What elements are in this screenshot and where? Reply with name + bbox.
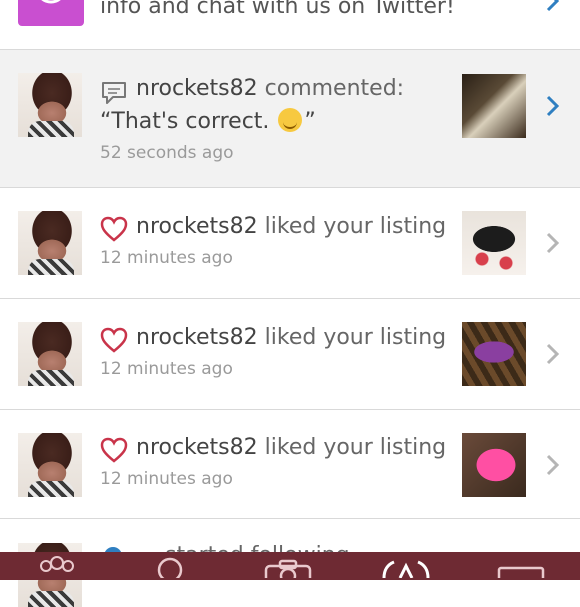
heart-icon: [100, 216, 128, 242]
listing-thumbnail[interactable]: [462, 74, 526, 138]
notification-title: nrockets82 liked your listing: [136, 325, 446, 350]
listing-thumbnail[interactable]: [462, 322, 526, 386]
username[interactable]: nrockets82: [136, 325, 258, 350]
heart-icon: [100, 327, 128, 353]
notification-title: nrockets82 liked your listing: [136, 435, 446, 460]
camera-icon[interactable]: [262, 556, 314, 578]
avatar[interactable]: [18, 211, 82, 275]
tab-bar: [0, 552, 580, 580]
shop-icon[interactable]: [496, 556, 546, 578]
timestamp: 12 minutes ago: [100, 359, 233, 379]
notification-row-like[interactable]: nrockets82 liked your listing 12 minutes…: [0, 410, 580, 519]
action-text: liked your listing: [264, 214, 447, 239]
avatar[interactable]: [18, 73, 82, 137]
avatar[interactable]: [18, 322, 82, 386]
notification-row-follow[interactable]: … started following: [0, 519, 580, 607]
smile-emoji-icon: [278, 108, 303, 132]
action-text: commented:: [264, 76, 405, 101]
listing-thumbnail[interactable]: [462, 211, 526, 275]
chevron-right-icon: [546, 95, 560, 117]
chevron-right-icon: [546, 343, 560, 365]
notification-row-like[interactable]: nrockets82 liked your listing 12 minutes…: [0, 188, 580, 299]
community-icon[interactable]: [34, 556, 80, 578]
timestamp: 52 seconds ago: [100, 143, 234, 163]
notice-text: info and chat with us on Twitter!: [100, 0, 455, 19]
notification-title: nrockets82 liked your listing: [136, 214, 446, 239]
notification-row-comment[interactable]: nrockets82 commented: “That's correct. ”…: [0, 50, 580, 188]
username[interactable]: nrockets82: [136, 214, 258, 239]
comment-text: “That's correct. ”: [100, 108, 316, 134]
app-logo-icon: [18, 0, 84, 26]
chevron-right-icon: [546, 0, 560, 12]
comment-bubble-icon: [102, 82, 126, 104]
username[interactable]: nrockets82: [136, 76, 258, 101]
chevron-right-icon: [546, 454, 560, 476]
news-icon[interactable]: [378, 556, 434, 578]
action-text: liked your listing: [264, 325, 447, 350]
listing-thumbnail[interactable]: [462, 433, 526, 497]
notice-row[interactable]: info and chat with us on Twitter!: [0, 0, 580, 50]
timestamp: 12 minutes ago: [100, 248, 233, 268]
heart-icon: [100, 437, 128, 463]
notification-row-like[interactable]: nrockets82 liked your listing 12 minutes…: [0, 299, 580, 410]
username[interactable]: nrockets82: [136, 435, 258, 460]
search-icon[interactable]: [150, 556, 190, 578]
notification-title: nrockets82 commented:: [136, 76, 404, 101]
avatar[interactable]: [18, 433, 82, 497]
action-text: liked your listing: [264, 435, 447, 460]
timestamp: 12 minutes ago: [100, 469, 233, 489]
chevron-right-icon: [546, 232, 560, 254]
